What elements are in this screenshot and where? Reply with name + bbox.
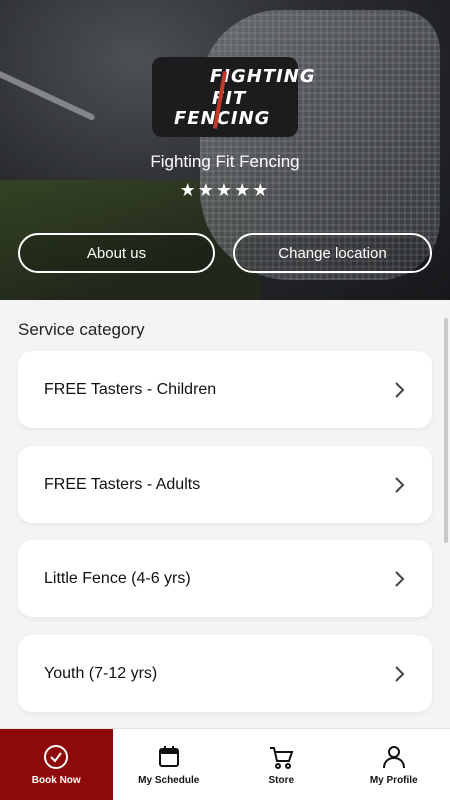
club-name: Fighting Fit Fencing xyxy=(150,152,300,171)
tab-book-now[interactable]: Book Now xyxy=(0,729,113,800)
service-category-list: Service category FREE Tasters - Children… xyxy=(0,300,450,728)
about-us-button[interactable]: About us xyxy=(18,233,215,273)
cart-icon xyxy=(270,747,294,769)
change-location-button[interactable]: Change location xyxy=(233,233,432,273)
tab-label: Store xyxy=(268,775,295,786)
tab-store[interactable]: Store xyxy=(225,729,338,800)
category-label: FREE Tasters - Adults xyxy=(44,475,201,493)
category-label: Youth (7-12 yrs) xyxy=(44,664,158,682)
club-logo: FIGHTING FIT FENCING xyxy=(152,57,315,137)
tab-my-schedule[interactable]: My Schedule xyxy=(113,729,226,800)
user-icon xyxy=(382,746,405,769)
section-title: Service category xyxy=(18,320,145,339)
calendar-icon xyxy=(158,746,179,767)
chevron-right-icon xyxy=(395,665,405,682)
category-card-free-tasters-children[interactable]: FREE Tasters - Children xyxy=(18,351,432,428)
scrollbar[interactable] xyxy=(444,318,448,543)
check-circle-icon xyxy=(44,745,69,769)
category-card-little-fence[interactable]: Little Fence (4-6 yrs) xyxy=(18,540,432,617)
chevron-right-icon xyxy=(395,570,405,587)
hero-banner: FIGHTING FIT FENCING Fighting Fit Fencin… xyxy=(0,0,450,300)
tab-label: My Profile xyxy=(369,775,418,786)
category-card-free-tasters-adults[interactable]: FREE Tasters - Adults xyxy=(18,446,432,523)
chevron-right-icon xyxy=(395,381,405,398)
category-label: Little Fence (4-6 yrs) xyxy=(44,569,191,587)
tab-my-profile[interactable]: My Profile xyxy=(338,729,450,800)
tab-label: Book Now xyxy=(31,775,81,786)
chevron-right-icon xyxy=(395,476,405,493)
rating-stars: ★★★★★ xyxy=(179,180,271,201)
tab-label: My Schedule xyxy=(138,775,200,786)
category-label: FREE Tasters - Children xyxy=(44,380,217,398)
bottom-tab-bar: Book Now My Schedule Store My Profile xyxy=(0,728,450,800)
category-card-youth[interactable]: Youth (7-12 yrs) xyxy=(18,635,432,712)
